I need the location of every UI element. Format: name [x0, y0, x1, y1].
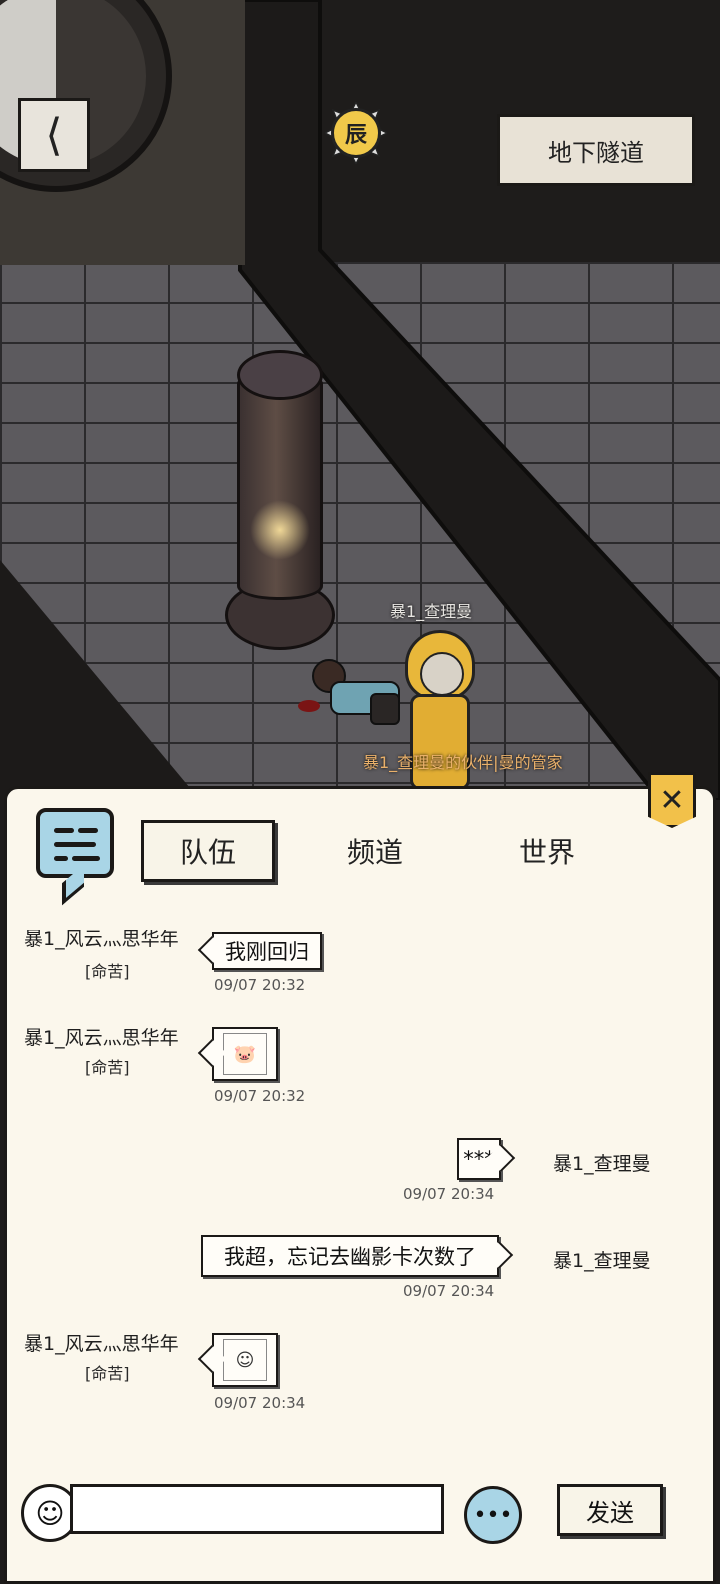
- pig-face-sticker-icon: 🐷: [223, 1033, 267, 1075]
- message-time: 09/07 20:34: [214, 1394, 306, 1412]
- tab-team[interactable]: 队伍: [141, 820, 275, 882]
- chat-panel: [4, 786, 716, 1584]
- message-bubble: 我超，忘记去幽影卡次数了: [201, 1235, 499, 1277]
- message-time: 09/07 20:34: [403, 1185, 495, 1203]
- message-rank: [命苦]: [85, 1058, 130, 1077]
- tab-channel[interactable]: 频道: [330, 820, 420, 882]
- message-time: 09/07 20:32: [214, 976, 306, 994]
- pillar-glow: [250, 500, 310, 560]
- chat-bubble-icon: [36, 808, 114, 906]
- chat-input[interactable]: [70, 1484, 444, 1534]
- back-arrow-icon: ⟨: [45, 109, 63, 161]
- message-rank: [命苦]: [85, 1364, 130, 1383]
- location-label[interactable]: 地下隧道: [497, 114, 695, 186]
- more-options-button[interactable]: •••: [464, 1486, 522, 1544]
- message-bubble: 🐷: [212, 1027, 278, 1081]
- message-bubble: 我刚回归: [212, 932, 322, 970]
- ellipsis-icon: •••: [473, 1502, 513, 1528]
- time-of-day-badge: 辰: [325, 102, 387, 164]
- fallen-character[interactable]: [300, 655, 400, 725]
- message-rank: [命苦]: [85, 962, 130, 981]
- close-icon: ✕: [659, 782, 685, 818]
- game-scene[interactable]: ⟨ 辰 地下隧道 暴1_查理曼 暴1_查理曼的伙伴|曼的管家: [0, 0, 720, 800]
- back-button[interactable]: ⟨: [18, 98, 90, 172]
- player-name-label: 暴1_查理曼: [390, 602, 473, 621]
- message-sender: 暴1_查理曼: [553, 1250, 651, 1272]
- message-time: 09/07 20:32: [214, 1087, 306, 1105]
- tab-world[interactable]: 世界: [497, 820, 597, 882]
- chat-message: 暴1_风云灬思华年 [命苦] 我刚回归 09/07 20:32: [0, 930, 712, 1010]
- message-sender: 暴1_风云灬思华年: [24, 1333, 179, 1355]
- message-bubble: ***: [457, 1138, 501, 1180]
- message-sender: 暴1_查理曼: [553, 1153, 651, 1175]
- message-bubble: ☺: [212, 1333, 278, 1387]
- message-sender: 暴1_风云灬思华年: [24, 930, 179, 950]
- time-badge-label: 辰: [331, 108, 381, 158]
- blood-stain: [298, 700, 320, 712]
- message-time: 09/07 20:34: [403, 1282, 495, 1300]
- send-button[interactable]: 发送: [557, 1484, 663, 1536]
- laughing-face-icon: ☺: [35, 1496, 65, 1530]
- funny-face-sticker-icon: ☺: [223, 1339, 267, 1381]
- close-chat-button[interactable]: ✕: [648, 772, 696, 828]
- companion-name-label: 暴1_查理曼的伙伴|曼的管家: [363, 753, 563, 772]
- message-sender: 暴1_风云灬思华年: [24, 1027, 179, 1049]
